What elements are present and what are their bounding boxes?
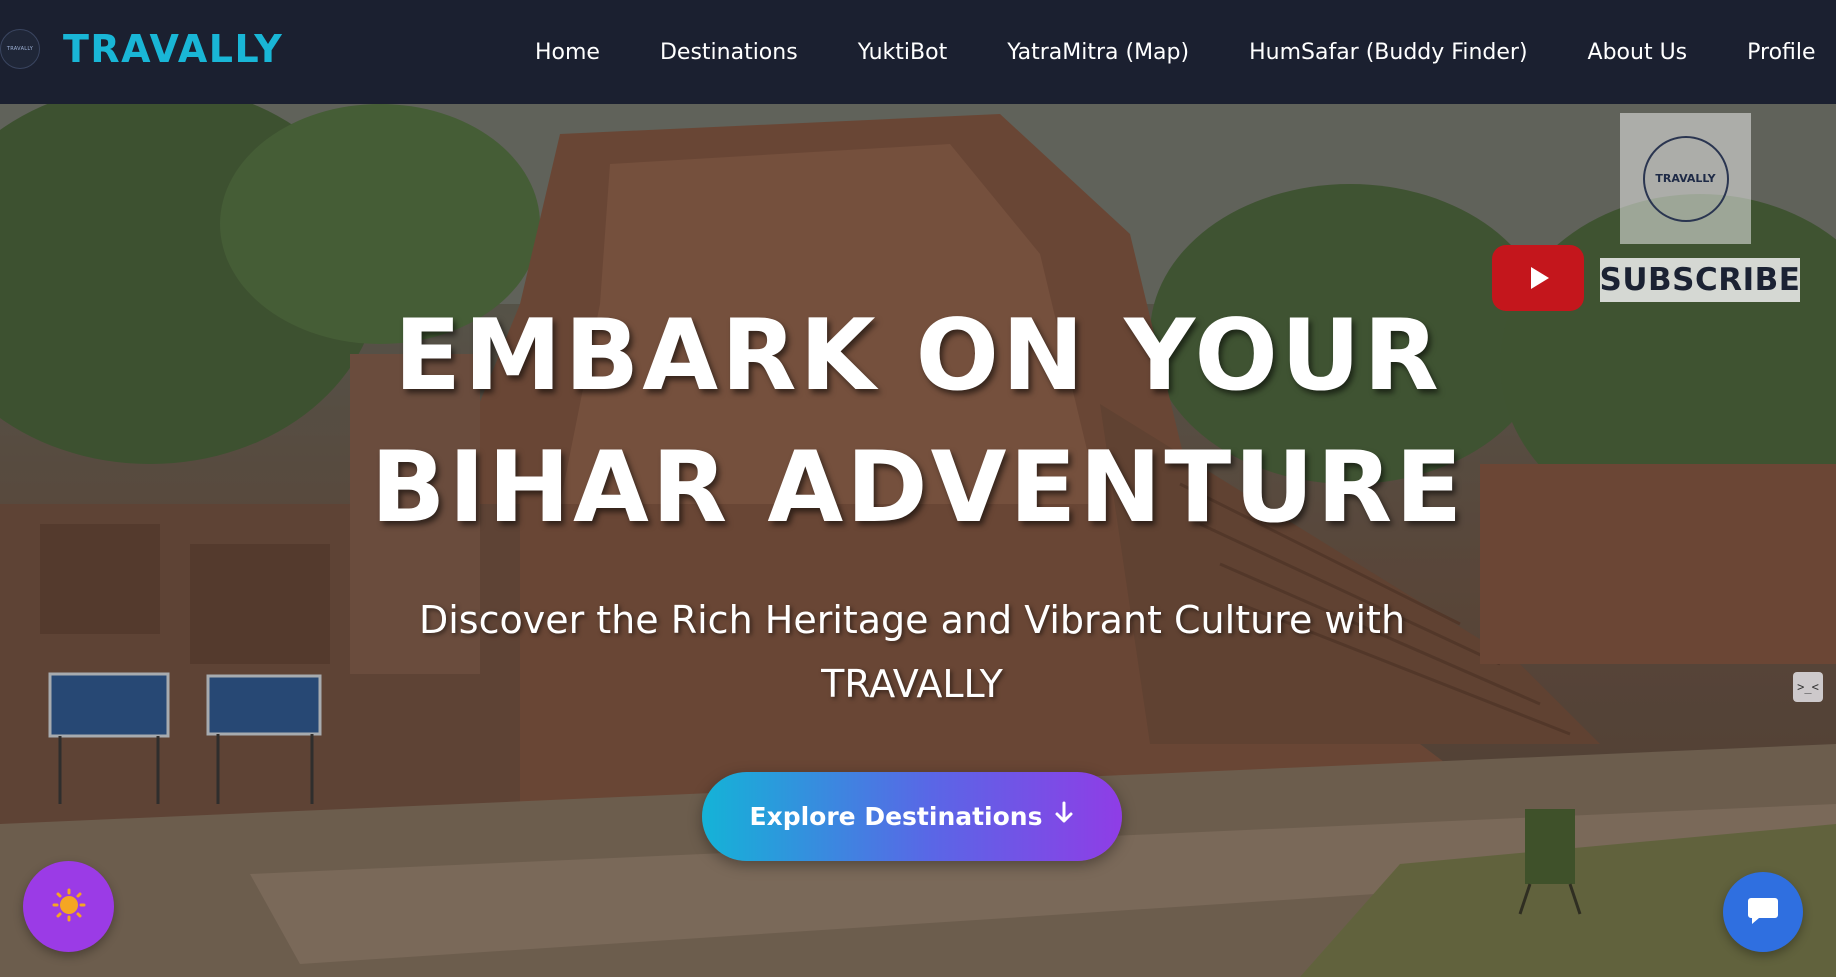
nav-link-yatramitra[interactable]: YatraMitra (Map) — [1007, 40, 1189, 65]
channel-logo: TRAVALLY — [1642, 135, 1729, 222]
nav-link-humsafar[interactable]: HumSafar (Buddy Finder) — [1249, 40, 1527, 65]
hero-subtitle: Discover the Rich Heritage and Vibrant C… — [418, 598, 1406, 706]
youtube-play-icon[interactable] — [1492, 245, 1584, 311]
chat-button[interactable] — [1723, 872, 1803, 952]
hero-section: EMBARK ON YOUR BIHAR ADVENTURE Discover … — [0, 104, 1836, 977]
nav-link-destinations[interactable]: Destinations — [660, 40, 798, 65]
hero-title-line2: BIHAR ADVENTURE — [370, 431, 1466, 545]
nav-link-about[interactable]: About Us — [1588, 40, 1688, 65]
nav-link-profile[interactable]: Profile — [1747, 40, 1815, 65]
hero-title: EMBARK ON YOUR BIHAR ADVENTURE — [0, 290, 1836, 554]
theme-toggle-button[interactable] — [23, 861, 114, 952]
channel-logo-box: TRAVALLY — [1620, 113, 1751, 244]
explore-destinations-label: Explore Destinations — [749, 802, 1043, 831]
top-navbar: TRAVALLY TRAVALLY Home Destinations Yukt… — [0, 0, 1836, 104]
nav-link-yuktibot[interactable]: YuktiBot — [858, 40, 948, 65]
brand-logo[interactable]: TRAVALLY — [0, 29, 40, 69]
chat-bubble-icon — [1745, 892, 1781, 932]
subscribe-button[interactable]: SUBSCRIBE — [1600, 258, 1800, 302]
arrow-down-icon — [1054, 801, 1074, 832]
explore-destinations-button[interactable]: Explore Destinations — [702, 772, 1122, 861]
brand-name[interactable]: TRAVALLY — [63, 27, 283, 71]
nav-link-home[interactable]: Home — [535, 40, 600, 65]
brand[interactable]: TRAVALLY TRAVALLY — [0, 27, 283, 71]
nav-links: Home Destinations YuktiBot YatraMitra (M… — [535, 0, 1816, 104]
side-widget-icon[interactable]: >_< — [1793, 672, 1823, 702]
sun-icon — [52, 888, 86, 926]
